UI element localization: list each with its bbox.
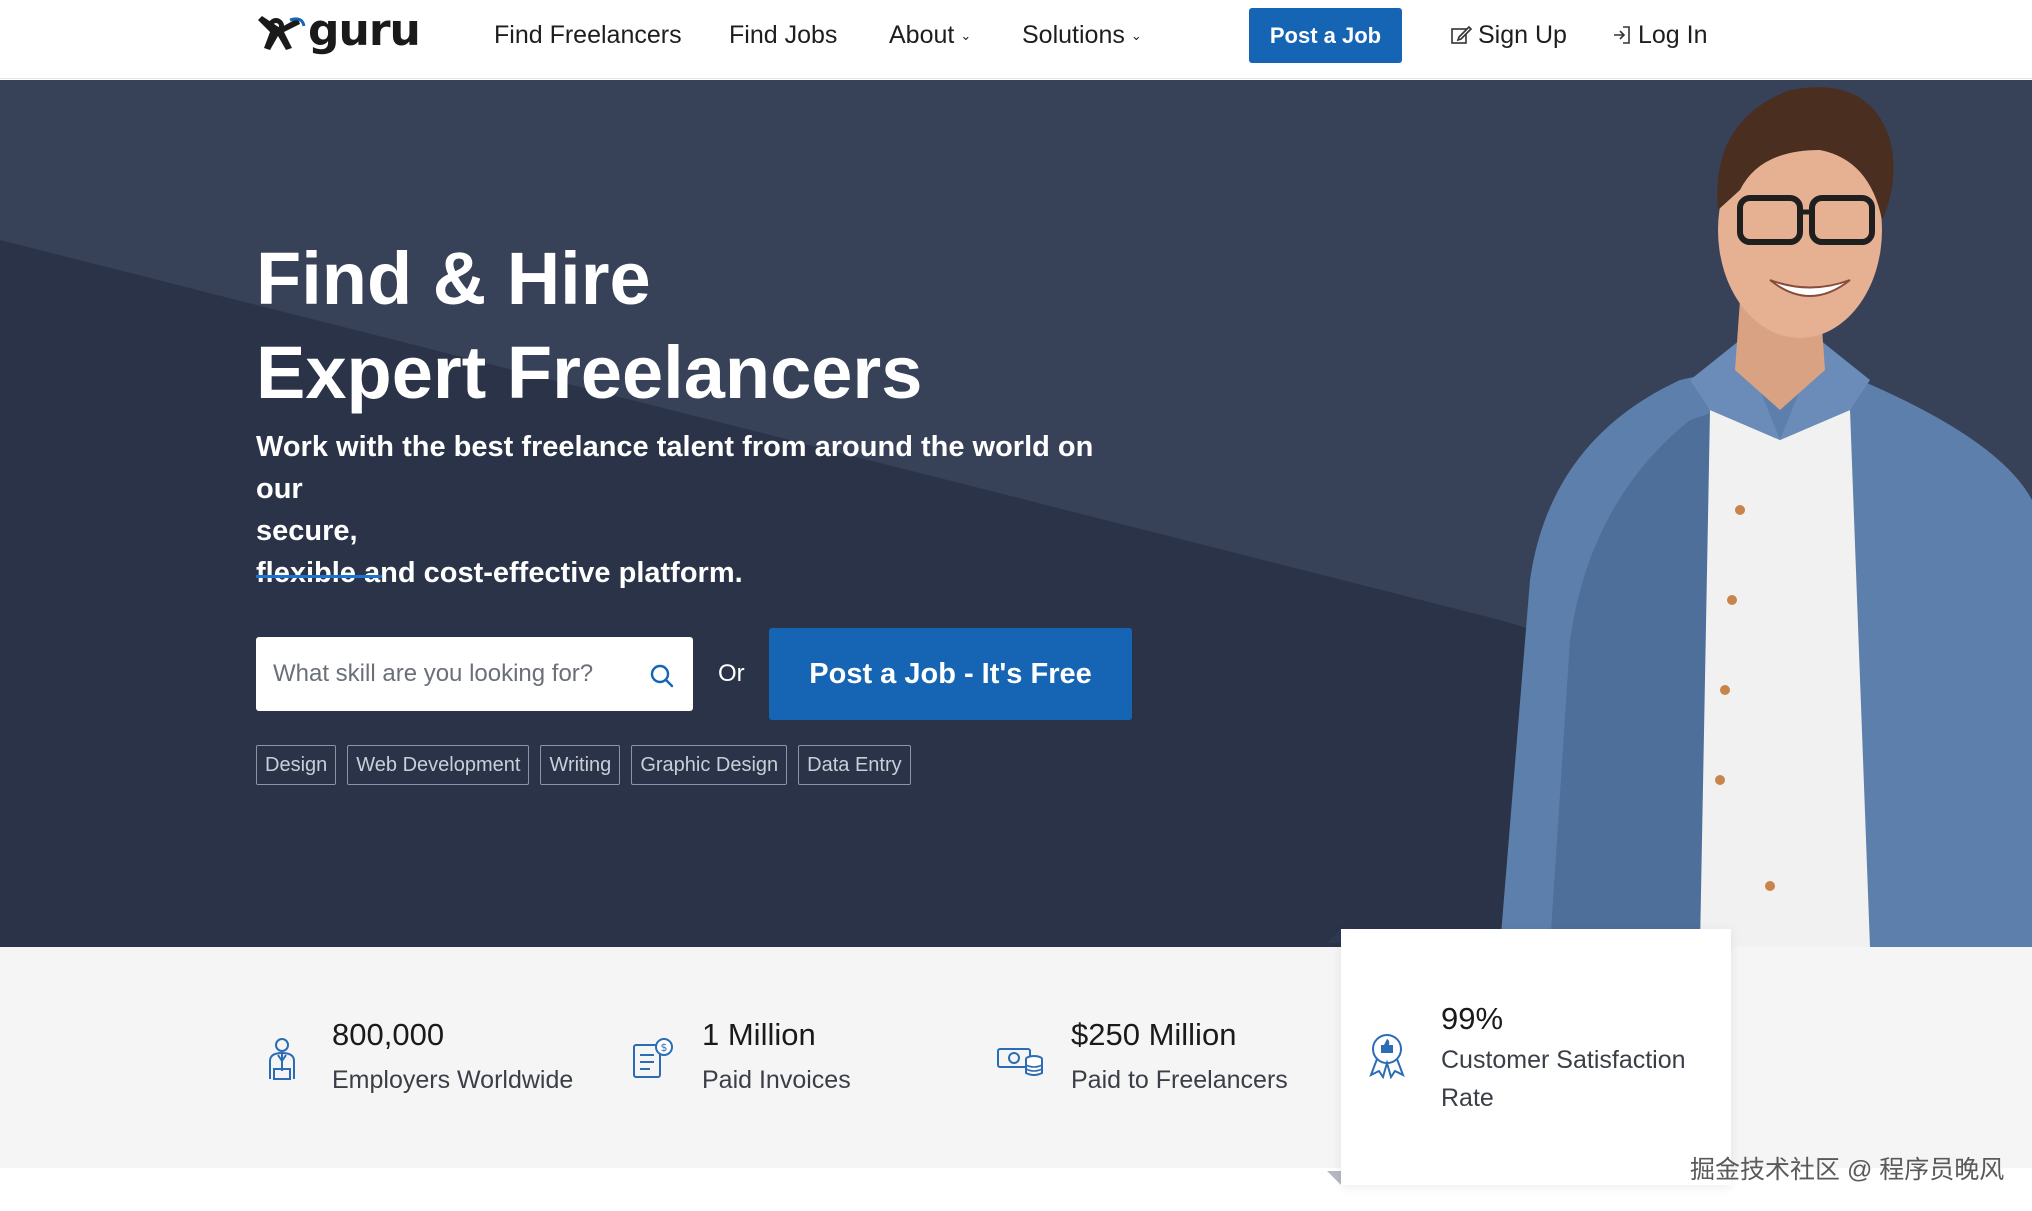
tag-writing[interactable]: Writing <box>540 745 621 785</box>
award-icon <box>1369 1034 1405 1079</box>
sign-up-link[interactable]: Sign Up <box>1450 18 1567 52</box>
tag-web-development[interactable]: Web Development <box>347 745 530 785</box>
log-in-label: Log In <box>1638 20 1708 49</box>
hero-person-image <box>1500 87 2032 947</box>
card-notch-top <box>1327 929 1341 943</box>
nav-about[interactable]: About ⌄ <box>889 18 971 52</box>
top-navbar: guru Find Freelancers Find Jobs About ⌄ S… <box>0 0 2032 79</box>
stat-label: Paid Invoices <box>702 1066 851 1094</box>
hero-divider <box>256 575 382 578</box>
stat-value: $250 Million <box>1071 1017 1237 1052</box>
invoice-icon: $ <box>633 1038 673 1078</box>
stat-value: 99% <box>1441 1001 1504 1036</box>
tag-design[interactable]: Design <box>256 745 337 785</box>
nav-find-jobs-label: Find Jobs <box>729 21 838 49</box>
stat-label-line1: Customer Satisfaction <box>1441 1046 1686 1074</box>
skill-search-input[interactable] <box>273 660 633 688</box>
money-icon <box>997 1048 1043 1076</box>
guru-logo-mark-icon <box>258 16 306 50</box>
nav-find-freelancers[interactable]: Find Freelancers <box>494 18 682 52</box>
nav-solutions[interactable]: Solutions ⌄ <box>1022 18 1142 52</box>
search-icon[interactable] <box>649 663 675 689</box>
nav-solutions-label: Solutions <box>1022 21 1125 49</box>
card-notch-bottom <box>1327 1171 1341 1185</box>
stat-satisfaction-card: 99% Customer Satisfaction Rate <box>1341 929 1731 1185</box>
stat-label: Paid to Freelancers <box>1071 1066 1288 1094</box>
hero-title-line1: Find & Hire <box>256 237 651 320</box>
nav-find-jobs[interactable]: Find Jobs <box>729 18 837 52</box>
post-job-free-button[interactable]: Post a Job - It's Free <box>769 628 1132 720</box>
stat-label: Employers Worldwide <box>332 1066 574 1094</box>
tag-data-entry[interactable]: Data Entry <box>798 745 911 785</box>
skill-search-box <box>256 637 693 711</box>
hero-section: Find & Hire Expert Freelancers Work with… <box>0 80 2032 947</box>
hero-subtitle: Work with the best freelance talent from… <box>256 426 1106 594</box>
tag-graphic-design[interactable]: Graphic Design <box>631 745 788 785</box>
hero-title: Find & Hire Expert Freelancers <box>256 232 922 420</box>
log-in-link[interactable]: Log In <box>1612 18 1708 52</box>
login-icon <box>1614 26 1630 44</box>
or-separator: Or <box>718 660 745 687</box>
chevron-down-icon: ⌄ <box>960 28 972 43</box>
svg-text:$: $ <box>661 1041 668 1054</box>
nav-about-label: About <box>889 21 955 49</box>
logo-text: guru <box>308 5 421 56</box>
popular-skill-tags: Design Web Development Writing Graphic D… <box>256 745 911 785</box>
hero-title-line2: Expert Freelancers <box>256 331 923 414</box>
edit-icon <box>1451 25 1472 44</box>
hero-subtitle-line3: flexible and cost-effective platform. <box>256 557 743 589</box>
stat-value: 800,000 <box>332 1017 445 1052</box>
stat-label-line2: Rate <box>1441 1084 1494 1112</box>
post-job-header-button[interactable]: Post a Job <box>1249 8 1402 63</box>
guru-logo[interactable]: guru <box>256 9 421 56</box>
employer-icon <box>269 1038 295 1080</box>
hero-subtitle-line1: Work with the best freelance talent from… <box>256 431 1094 505</box>
watermark-text: 掘金技术社区 @ 程序员晚风 <box>1690 1156 2005 1184</box>
nav-find-freelancers-label: Find Freelancers <box>494 21 682 49</box>
stat-value: 1 Million <box>702 1017 816 1052</box>
hero-subtitle-line2: secure, <box>256 515 358 547</box>
sign-up-label: Sign Up <box>1478 20 1567 49</box>
chevron-down-icon: ⌄ <box>1130 28 1142 43</box>
